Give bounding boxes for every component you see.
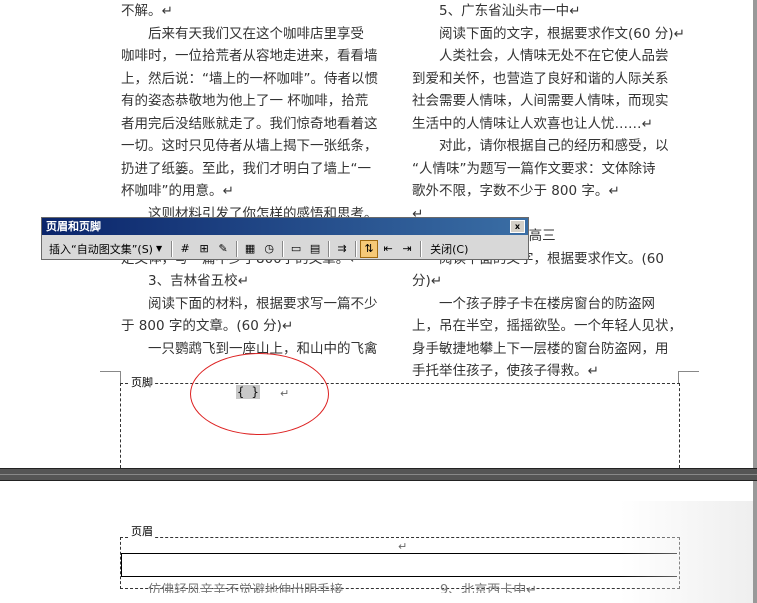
toolbar-title: 页眉和页脚 — [46, 220, 101, 233]
text-line: “人情味”为题写一篇作文要求：文体除诗 — [412, 160, 656, 177]
insert-date-button[interactable]: ▦ — [241, 240, 259, 258]
page2-right-edge — [753, 481, 757, 603]
text-line: 一切。这时只见侍者从墙上揭下一张纸条， — [121, 138, 378, 154]
text-line: 生活中的人情味让人欢喜也让人忧……↵ — [412, 115, 653, 132]
page-separator — [0, 468, 757, 481]
text-line: 于 800 字的文章。(60 分)↵ — [121, 318, 294, 334]
toolbar-separator — [171, 240, 174, 257]
crop-mark-right — [678, 371, 699, 384]
switch-header-footer-icon: ⇅ — [364, 242, 374, 255]
text-line: 歌外不限，字数不少于 800 字。↵ — [412, 183, 620, 199]
show-previous-button[interactable]: ⇤ — [379, 240, 397, 258]
text-line: 扔进了纸篓。至此，我们才明白了墙上“一 — [121, 160, 371, 177]
text-line: 上，然后说：“墙上的一杯咖啡”。侍者以惯 — [121, 70, 378, 87]
text-line: 后来有天我们又在这个咖啡店里享受 — [148, 25, 364, 42]
insert-page-count-icon: ⊞ — [199, 242, 209, 255]
toolbar-close-icon[interactable]: x — [510, 220, 525, 233]
header-left-border — [121, 554, 122, 576]
close-header-footer-button[interactable]: 关闭(C) — [425, 239, 473, 258]
footer-label: 页脚 — [129, 374, 155, 390]
header-bottom-border — [121, 553, 677, 554]
insert-autotext-button[interactable]: 插入“自动图文集”(S) ▼ — [44, 239, 167, 258]
page2-text-left: 仿佛轻风辛辛不觉避地伸出明手接 — [148, 583, 344, 593]
text-line: 3、吉林省五校↵ — [148, 273, 249, 289]
toolbar-title-bar[interactable]: 页眉和页脚 x — [42, 218, 528, 235]
format-page-number-icon: ✎ — [218, 242, 228, 255]
text-line: 杯咖啡”的用意。↵ — [121, 183, 234, 199]
text-line: 咖啡时，一位拾荒者从容地走进来，看看墙 — [121, 48, 378, 64]
header-footer-toolbar[interactable]: 页眉和页脚 x 插入“自动图文集”(S) ▼ # ⊞ ✎ ▦ ◷ ▭ ▤ ⇉ ⇅… — [41, 217, 529, 260]
same-as-previous-icon: ⇉ — [337, 242, 347, 255]
toolbar-separator — [355, 240, 358, 257]
insert-page-count-button[interactable]: ⊞ — [195, 240, 213, 258]
show-next-icon: ⇥ — [402, 242, 412, 255]
show-next-button[interactable]: ⇥ — [398, 240, 416, 258]
insert-page-number-icon: # — [180, 242, 190, 255]
format-page-number-button[interactable]: ✎ — [214, 240, 232, 258]
close-header-footer-label: 关闭(C) — [430, 242, 469, 256]
text-line: 有的姿态恭敬地为他上了一 杯咖啡，拾荒 — [121, 93, 369, 109]
header-table-border — [121, 576, 677, 577]
toolbar-separator — [282, 240, 285, 257]
faded-corner — [620, 501, 757, 603]
text-line: 阅读下面的文字，根据要求作文(60 分)↵ — [439, 25, 685, 42]
crop-mark-left — [100, 371, 121, 384]
text-line: 阅读下面的材料，根据要求写一篇不少 — [148, 295, 378, 312]
insert-date-icon: ▦ — [244, 242, 256, 255]
text-line: 社会需要人情味，人间需要人情味，而现实 — [412, 93, 669, 109]
toolbar-separator — [328, 240, 331, 257]
text-line: 者用完后没结账就走了。我们惊奇地看着这 — [121, 115, 378, 132]
text-line: 5、广东省汕头市一中↵ — [439, 3, 581, 19]
separator-line — [0, 474, 757, 475]
highlight-circle — [190, 353, 329, 435]
insert-page-number-button[interactable]: # — [176, 240, 194, 258]
text-line: 到爱和关怀，也营造了良好和谐的人际关系 — [412, 70, 669, 87]
page-setup-button[interactable]: ▭ — [287, 240, 305, 258]
text-line: 对此，请你根据自己的经历和感受，以 — [439, 138, 669, 154]
text-line: 不解。↵ — [121, 3, 173, 19]
show-hide-text-button[interactable]: ▤ — [306, 240, 324, 258]
page2-text-right: 9、北京西卡中↵ — [440, 583, 538, 593]
insert-autotext-label: 插入“自动图文集”(S) — [49, 242, 153, 256]
text-line: 上，吊在半空，摇摇欲坠。一个年轻人见状， — [412, 318, 682, 334]
text-line: 分)↵ — [412, 273, 443, 289]
text-line: 身手敏捷地攀上下一层楼的窗台防盗网，用 — [412, 340, 669, 357]
show-hide-document-text-icon: ▤ — [309, 242, 321, 255]
toolbar-buttons-row: 插入“自动图文集”(S) ▼ # ⊞ ✎ ▦ ◷ ▭ ▤ ⇉ ⇅ ⇤ ⇥ 关闭(… — [44, 238, 474, 259]
header-label: 页眉 — [129, 523, 155, 539]
document-page-2: 页眉 ↵ 仿佛轻风辛辛不觉避地伸出明手接 9、北京西卡中↵ — [0, 481, 757, 603]
text-line: 手托举住孩子，使孩子得救。↵ — [412, 363, 599, 379]
header-paragraph-mark: ↵ — [398, 540, 408, 553]
show-previous-icon: ⇤ — [383, 242, 393, 255]
toolbar-separator — [236, 240, 239, 257]
same-as-previous-button[interactable]: ⇉ — [333, 240, 351, 258]
left-text-column: 不解。↵ 后来有天我们又在这个咖啡店里享受咖啡时，一位拾荒者从容地走进来，看看墙上… — [121, 0, 391, 360]
text-line: 人类社会，人情味无处不在它使人品尝 — [439, 48, 669, 64]
text-line: 一个孩子脖子卡在楼房窗台的防盗网 — [439, 295, 655, 312]
page-right-edge — [753, 0, 757, 468]
toolbar-separator — [420, 240, 423, 257]
insert-time-button[interactable]: ◷ — [260, 240, 278, 258]
page-setup-icon: ▭ — [290, 242, 302, 255]
dropdown-arrow-icon: ▼ — [155, 244, 163, 253]
switch-header-footer-button[interactable]: ⇅ — [360, 239, 379, 258]
insert-time-icon: ◷ — [264, 242, 274, 255]
right-text-column: 5、广东省汕头市一中↵ 阅读下面的文字，根据要求作文(60 分)↵ 人类社会，人情味… — [412, 0, 685, 383]
